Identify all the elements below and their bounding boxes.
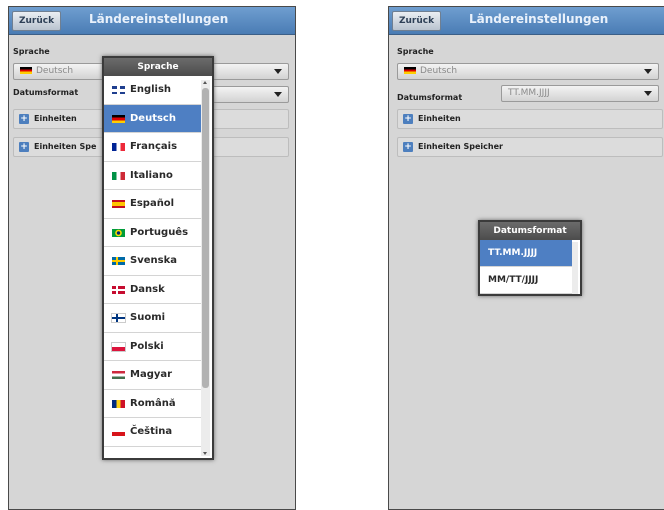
plus-icon: + [19,114,29,124]
language-option[interactable]: Svenska [104,247,201,276]
language-option-label: Dansk [130,283,165,295]
popup-title: Sprache [104,58,212,76]
language-option[interactable]: English [104,76,201,105]
flag-dk-icon [112,285,125,294]
language-option[interactable]: Magyar [104,361,201,390]
language-option[interactable]: Français [104,133,201,162]
storage-units-label: Einheiten Spe [34,142,97,151]
language-option[interactable]: Dansk [104,276,201,304]
language-option-label: Polski [130,340,164,352]
plus-icon: + [403,142,413,152]
language-option[interactable]: Deutsch [104,104,201,133]
back-button[interactable]: Zurück [12,11,62,31]
scrollbar[interactable] [201,80,210,456]
flag-de-icon [20,67,32,74]
flag-cz-icon [112,428,125,436]
flag-hu-icon [112,371,125,379]
date-format-label: Datumsformat [397,93,463,102]
language-select[interactable]: Deutsch [397,63,659,80]
units-label: Einheiten [34,114,77,123]
scroll-thumb[interactable] [202,88,209,388]
language-option[interactable]: Português [104,219,201,247]
language-popup: Sprache English Deutsch Français Italiano Es… [102,56,214,460]
scroll-up-icon [203,81,207,84]
language-option-label: Português [130,226,189,238]
language-option[interactable]: Čeština [104,418,201,447]
scroll-down-icon [203,452,207,455]
language-list: English Deutsch Français Italiano Español Por… [104,76,212,447]
date-format-label: Datumsformat [13,88,79,97]
language-select-value: Deutsch [36,66,74,76]
flag-de-icon [404,67,416,74]
language-option-label: Deutsch [130,112,176,124]
language-option-label: Magyar [130,369,173,380]
language-option[interactable]: Español [104,190,201,219]
flag-pl-icon [111,341,126,352]
date-format-popup: Datumsformat TT.MM.JJJJ MM/TT/JJJJ [478,220,582,296]
units-label: Einheiten [418,114,461,123]
flag-ro-icon [112,399,125,408]
page-title: Ländereinstellungen [469,12,609,26]
date-format-value: TT.MM.JJJJ [508,88,550,98]
header-bar: Zurück Ländereinstellungen [9,7,295,35]
back-button[interactable]: Zurück [392,11,442,31]
flag-de-icon [112,114,125,123]
flag-fi-icon [111,313,126,323]
chevron-down-icon [274,92,282,97]
language-option[interactable]: Suomi [104,304,201,333]
chevron-down-icon [644,69,652,74]
date-option[interactable]: MM/TT/JJJJ [480,267,572,294]
date-option[interactable]: TT.MM.JJJJ [480,240,572,267]
page-title: Ländereinstellungen [89,12,229,26]
language-option-label: Čeština [130,426,173,437]
language-select-value: Deutsch [420,66,458,76]
language-option-label: Suomi [130,312,166,323]
units-expander[interactable]: + Einheiten [397,109,663,129]
language-option[interactable]: Italiano [104,162,201,190]
header-bar: Zurück Ländereinstellungen [389,7,664,35]
language-option[interactable]: Polski [104,333,201,361]
plus-icon: + [403,114,413,124]
flag-fr-icon [112,143,125,151]
language-option-label: Italiano [130,169,173,181]
flag-br-icon [112,228,125,237]
flag-se-icon [112,257,125,265]
language-option[interactable]: Română [104,390,201,418]
language-option-label: Română [130,397,176,409]
popup-title: Datumsformat [480,222,580,240]
language-option-label: Svenska [130,255,177,266]
language-label: Sprache [397,47,434,56]
storage-units-label: Einheiten Speicher [418,142,503,151]
language-option-label: English [130,84,172,95]
chevron-down-icon [274,69,282,74]
scrollbar[interactable] [572,242,578,294]
chevron-down-icon [644,91,652,96]
flag-it-icon [112,171,125,180]
date-format-select[interactable]: TT.MM.JJJJ [501,85,659,102]
storage-units-expander[interactable]: + Einheiten Speicher [397,137,663,157]
flag-uk-icon [112,86,125,94]
language-label: Sprache [13,47,50,56]
flag-es-icon [112,200,125,208]
language-option-label: Español [130,198,175,209]
language-option-label: Français [130,141,178,152]
plus-icon: + [19,142,29,152]
